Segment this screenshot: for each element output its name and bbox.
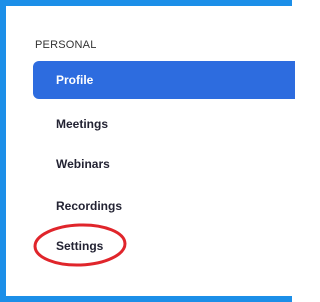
sidebar-item-label: Settings (56, 239, 104, 253)
sidebar-item-meetings[interactable]: Meetings (33, 105, 295, 143)
window-frame: PERSONAL Profile Meetings Webinars Recor… (0, 0, 295, 302)
sidebar-item-settings[interactable]: Settings (33, 227, 295, 265)
sidebar-item-profile[interactable]: Profile (33, 61, 295, 99)
sidebar-item-recordings[interactable]: Recordings (33, 187, 295, 225)
sidebar-item-label: Profile (56, 73, 94, 87)
sidebar-item-label: Webinars (56, 157, 110, 171)
sidebar-item-label: Meetings (56, 117, 109, 131)
sidebar-item-label: Recordings (56, 199, 123, 213)
sidebar-item-webinars[interactable]: Webinars (33, 145, 295, 183)
section-title: PERSONAL (35, 39, 97, 51)
personal-sidebar-nav: PERSONAL Profile Meetings Webinars Recor… (6, 6, 295, 302)
